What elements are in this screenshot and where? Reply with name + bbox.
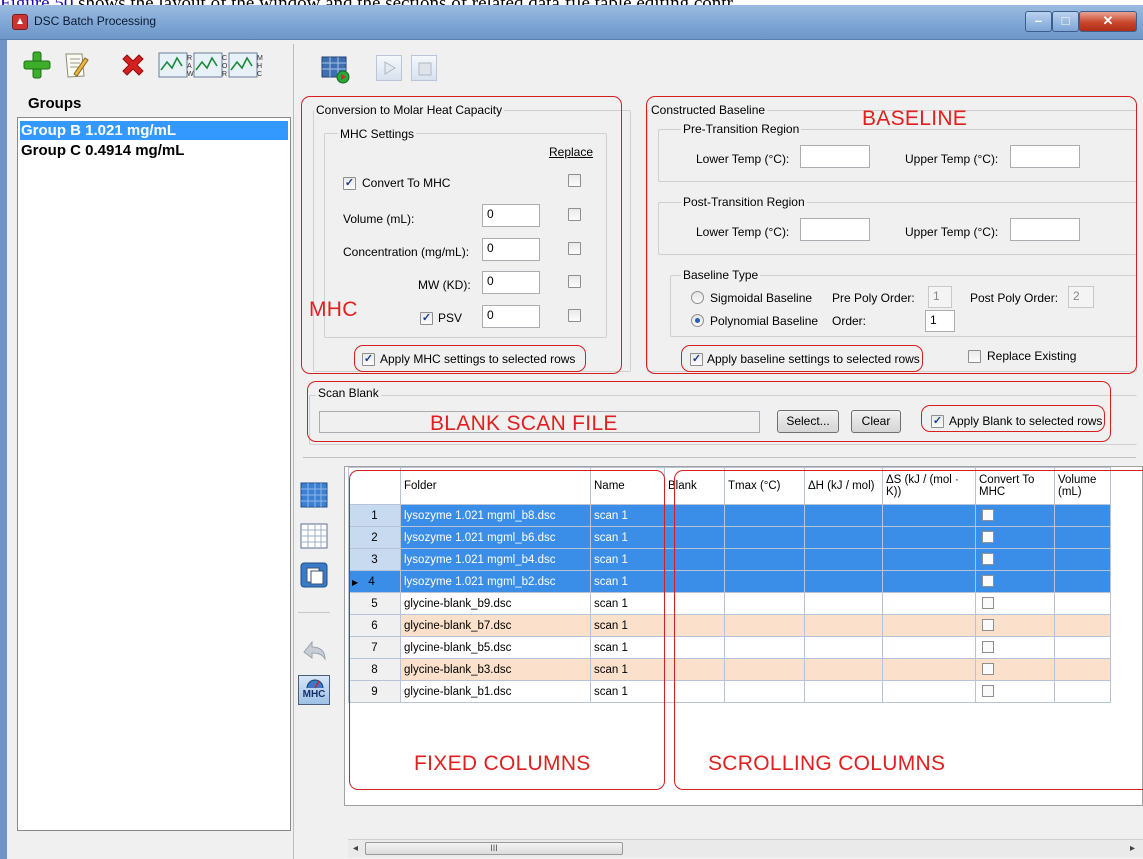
delete-x-icon[interactable]: [118, 50, 148, 80]
group-item-c[interactable]: Group C 0.4914 mg/mL: [20, 141, 288, 160]
mhc-icon-text: MHC: [302, 689, 326, 700]
stop-button[interactable]: [411, 55, 437, 81]
clear-grid-icon[interactable]: [298, 522, 330, 550]
undo-arrow-icon[interactable]: [298, 636, 330, 664]
plot-icon-letter: C: [257, 71, 262, 78]
plot-icon-letter: H: [257, 63, 262, 70]
mhc-convert-button[interactable]: MHC: [298, 675, 330, 705]
scrolling-columns-callout-box: [674, 470, 1143, 790]
side-tools-separator: [298, 612, 330, 613]
apply-blank-callout-box: [921, 405, 1105, 432]
stop-icon: [418, 62, 432, 76]
batch-run-icon[interactable]: [320, 54, 350, 84]
mhc-callout-label: MHC: [309, 298, 358, 321]
blank-callout-label: BLANK SCAN FILE: [430, 412, 618, 435]
play-icon: [384, 61, 396, 75]
raw-plot-icon[interactable]: [158, 50, 188, 80]
gauge-icon: [306, 679, 324, 689]
edit-notes-icon[interactable]: [60, 50, 90, 80]
scroll-right-arrow[interactable]: ▸: [1130, 843, 1135, 854]
raw-letters-label: RAW: [187, 55, 194, 78]
copy-rows-icon[interactable]: [298, 561, 330, 589]
baseline-callout-box: [646, 96, 1137, 374]
plot-icon-letter: A: [187, 63, 192, 70]
plot-icon-letter: R: [222, 71, 227, 78]
fixed-columns-callout-box: [349, 470, 665, 790]
fixed-columns-callout-label: FIXED COLUMNS: [414, 752, 591, 775]
plot-icon-letter: R: [187, 55, 192, 62]
mhc-plot-icon[interactable]: [228, 50, 258, 80]
dsc-app-icon: ▲: [12, 14, 28, 30]
select-all-grid-icon[interactable]: [298, 481, 330, 509]
plot-icon-letter: O: [222, 63, 228, 70]
plot-icon-letter: M: [257, 55, 263, 62]
plot-icon-letter: W: [187, 71, 194, 78]
mhc-callout-box: [301, 96, 622, 374]
add-plus-icon[interactable]: [22, 50, 52, 80]
minimize-button[interactable]: –: [1025, 11, 1052, 32]
scrolling-columns-callout-label: SCROLLING COLUMNS: [708, 752, 946, 775]
group-item-b[interactable]: Group B 1.021 mg/mL: [20, 121, 288, 140]
cor-plot-icon[interactable]: [193, 50, 223, 80]
splitter[interactable]: [303, 457, 1136, 458]
cor-letters-label: COR: [222, 55, 228, 78]
window-title: DSC Batch Processing: [34, 14, 157, 28]
play-button[interactable]: [376, 55, 402, 81]
apply-mhc-callout-box: [354, 345, 586, 372]
apply-baseline-callout-box: [681, 345, 923, 372]
scrollbar-thumb[interactable]: III: [365, 842, 623, 855]
mhc-letters-label: MHC: [257, 55, 263, 78]
close-button[interactable]: ✕: [1079, 11, 1137, 32]
plot-icon-letter: C: [222, 55, 227, 62]
baseline-callout-label: BASELINE: [862, 107, 968, 130]
horizontal-scrollbar[interactable]: ◂ III ▸: [348, 839, 1143, 857]
maximize-button[interactable]: □: [1052, 11, 1079, 32]
groups-list[interactable]: Group B 1.021 mg/mL Group C 0.4914 mg/mL: [17, 117, 291, 831]
groups-label: Groups: [28, 95, 82, 112]
window-titlebar[interactable]: ▲ DSC Batch Processing – □ ✕: [0, 5, 1143, 40]
scroll-left-arrow[interactable]: ◂: [353, 843, 358, 854]
